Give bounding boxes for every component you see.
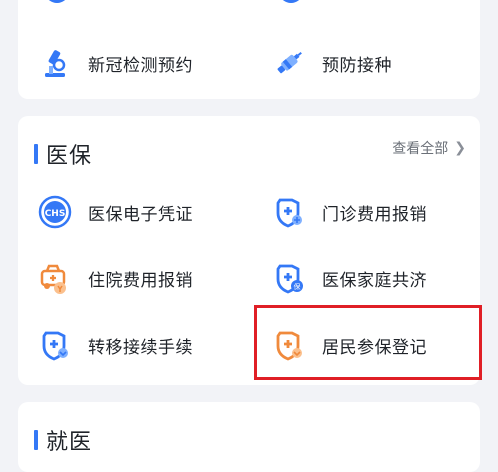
section-title-medical-insurance: 医保 (34, 138, 92, 170)
item-label: 预防接种 (322, 55, 392, 76)
insurance-e-certificate-item[interactable]: CHS 医保电子凭证 (36, 192, 193, 232)
section-accent-bar (34, 144, 38, 164)
vaccination-item[interactable]: 预防接种 (270, 43, 392, 83)
service-card-top: 新冠检测预约 预防接种 (18, 0, 480, 99)
shield-transfer-icon (36, 326, 74, 364)
partial-icon-left (48, 0, 66, 3)
ambulance-icon (36, 259, 74, 297)
section-title-medical-care: 就医 (34, 424, 92, 456)
chevron-right-icon: ❯ (454, 140, 466, 156)
shield-bao-icon: 保 (270, 259, 308, 297)
microscope-icon (36, 44, 74, 82)
item-label: 新冠检测预约 (88, 55, 193, 76)
svg-text:保: 保 (294, 282, 301, 291)
chs-badge-icon: CHS (36, 193, 74, 231)
highlight-box (254, 305, 482, 380)
family-mutual-aid-item[interactable]: 保 医保家庭共济 (270, 258, 427, 298)
syringe-icon (270, 44, 308, 82)
outpatient-reimbursement-item[interactable]: 门诊费用报销 (270, 192, 427, 232)
view-all-link[interactable]: 查看全部 ❯ (392, 138, 466, 158)
covid-test-appointment-item[interactable]: 新冠检测预约 (36, 43, 193, 83)
inpatient-reimbursement-item[interactable]: 住院费用报销 (36, 258, 193, 298)
transfer-procedure-item[interactable]: 转移接续手续 (36, 325, 193, 365)
shield-plus-icon (270, 193, 308, 231)
partial-icon-right (282, 0, 300, 3)
medical-care-card: 就医 (18, 402, 480, 472)
section-accent-bar (34, 430, 38, 450)
svg-text:CHS: CHS (45, 209, 66, 219)
